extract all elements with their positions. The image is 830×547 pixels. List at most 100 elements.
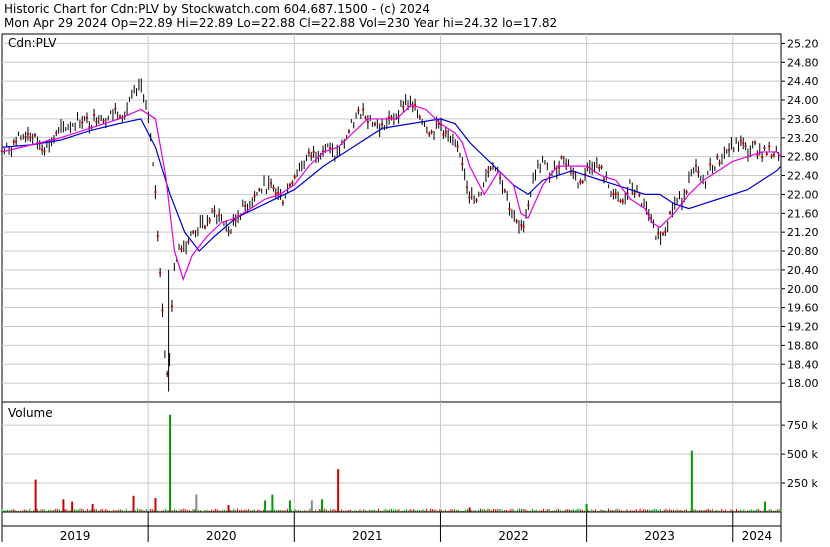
x-axis-frame — [1, 511, 782, 527]
price-tick-label: 19.60 — [787, 302, 819, 315]
year-label: 2021 — [352, 529, 383, 543]
price-close-mark — [93, 113, 96, 116]
price-close-mark — [41, 148, 44, 151]
price-close-mark — [619, 199, 622, 202]
price-close-mark — [600, 166, 603, 169]
price-close-mark — [428, 133, 431, 136]
price-close-mark — [763, 146, 766, 149]
price-close-mark — [612, 193, 615, 196]
price-tick-label: 18.80 — [787, 339, 819, 352]
price-close-mark — [234, 219, 237, 222]
price-close-mark — [754, 141, 757, 144]
price-close-mark — [402, 105, 405, 108]
price-close-mark — [208, 219, 211, 222]
price-close-mark — [373, 123, 376, 126]
year-label: 2019 — [60, 529, 91, 543]
price-close-mark — [456, 145, 459, 148]
price-close-mark — [770, 155, 773, 158]
price-close-mark — [274, 192, 277, 195]
price-close-mark — [475, 199, 478, 202]
price-tick-label: 24.00 — [787, 94, 819, 107]
price-tick-label: 24.80 — [787, 56, 819, 69]
price-close-mark — [366, 121, 369, 124]
price-close-mark — [489, 167, 492, 170]
price-close-mark — [26, 132, 29, 135]
price-close-mark — [29, 136, 32, 139]
price-close-mark — [468, 196, 471, 199]
price-close-mark — [697, 171, 700, 174]
price-close-mark — [95, 120, 98, 123]
price-close-mark — [258, 188, 261, 191]
price-close-mark — [503, 189, 506, 192]
price-close-mark — [192, 231, 195, 234]
price-close-mark — [102, 119, 105, 122]
price-close-mark — [288, 183, 291, 186]
price-tick-label: 20.80 — [787, 245, 819, 258]
price-close-mark — [522, 225, 525, 228]
volume-panel-label: Volume — [8, 406, 53, 420]
price-close-mark — [744, 145, 747, 148]
price-close-mark — [772, 153, 775, 156]
price-close-mark — [312, 150, 315, 153]
price-close-mark — [664, 230, 667, 233]
price-close-mark — [270, 182, 273, 185]
price-close-mark — [213, 210, 216, 213]
price-close-mark — [572, 172, 575, 175]
price-tick-label: 23.20 — [787, 132, 819, 145]
price-close-mark — [508, 207, 511, 210]
price-close-mark — [364, 116, 367, 119]
price-close-mark — [15, 140, 18, 143]
price-close-mark — [657, 232, 660, 235]
price-close-mark — [527, 204, 530, 207]
price-close-mark — [348, 130, 351, 133]
price-tick-label: 22.80 — [787, 151, 819, 164]
price-close-mark — [362, 108, 365, 111]
price-close-mark — [307, 151, 310, 154]
price-tick-label: 20.00 — [787, 283, 819, 296]
price-close-mark — [154, 191, 157, 194]
price-close-mark — [579, 180, 582, 183]
price-close-mark — [24, 136, 27, 139]
price-close-mark — [253, 195, 256, 198]
price-close-mark — [742, 142, 745, 145]
price-tick-label: 23.60 — [787, 113, 819, 126]
price-close-mark — [695, 164, 698, 167]
price-close-mark — [357, 109, 360, 112]
price-close-mark — [291, 181, 294, 184]
price-close-mark — [418, 116, 421, 119]
volume-tick-label: 250 k — [787, 477, 818, 490]
price-close-mark — [43, 150, 46, 153]
year-label: 2022 — [498, 529, 529, 543]
price-close-mark — [81, 121, 84, 124]
price-tick-label: 22.40 — [787, 170, 819, 183]
price-panel: 18.00 18.40 18.80 19.20 19.60 20.00 20.40 20.80… — [1, 33, 819, 403]
year-label: 2020 — [206, 529, 237, 543]
price-close-mark — [739, 139, 742, 142]
price-close-mark — [765, 152, 768, 155]
price-tick-label: 24.40 — [787, 75, 819, 88]
price-close-mark — [444, 131, 447, 134]
price-close-mark — [558, 166, 561, 169]
price-close-mark — [614, 192, 617, 195]
price-close-mark — [466, 186, 469, 189]
price-close-mark — [411, 105, 414, 108]
price-close-mark — [85, 116, 88, 119]
price-panel-label: Cdn:PLV — [8, 36, 57, 50]
price-close-mark — [159, 271, 162, 274]
price-close-mark — [161, 309, 164, 312]
price-close-mark — [388, 116, 391, 119]
price-close-mark — [227, 230, 230, 233]
year-label: 2023 — [644, 529, 675, 543]
price-close-mark — [621, 200, 624, 203]
price-close-mark — [728, 149, 731, 152]
price-close-mark — [716, 155, 719, 158]
price-close-mark — [709, 163, 712, 166]
price-close-mark — [310, 155, 313, 158]
price-close-mark — [156, 235, 159, 238]
year-label: 2024 — [742, 529, 773, 543]
chart-header-title: Historic Chart for Cdn:PLV by Stockwatch… — [4, 2, 430, 16]
price-close-mark — [166, 372, 169, 375]
price-close-mark — [12, 140, 15, 143]
price-close-mark — [277, 192, 280, 195]
price-close-mark — [581, 180, 584, 183]
